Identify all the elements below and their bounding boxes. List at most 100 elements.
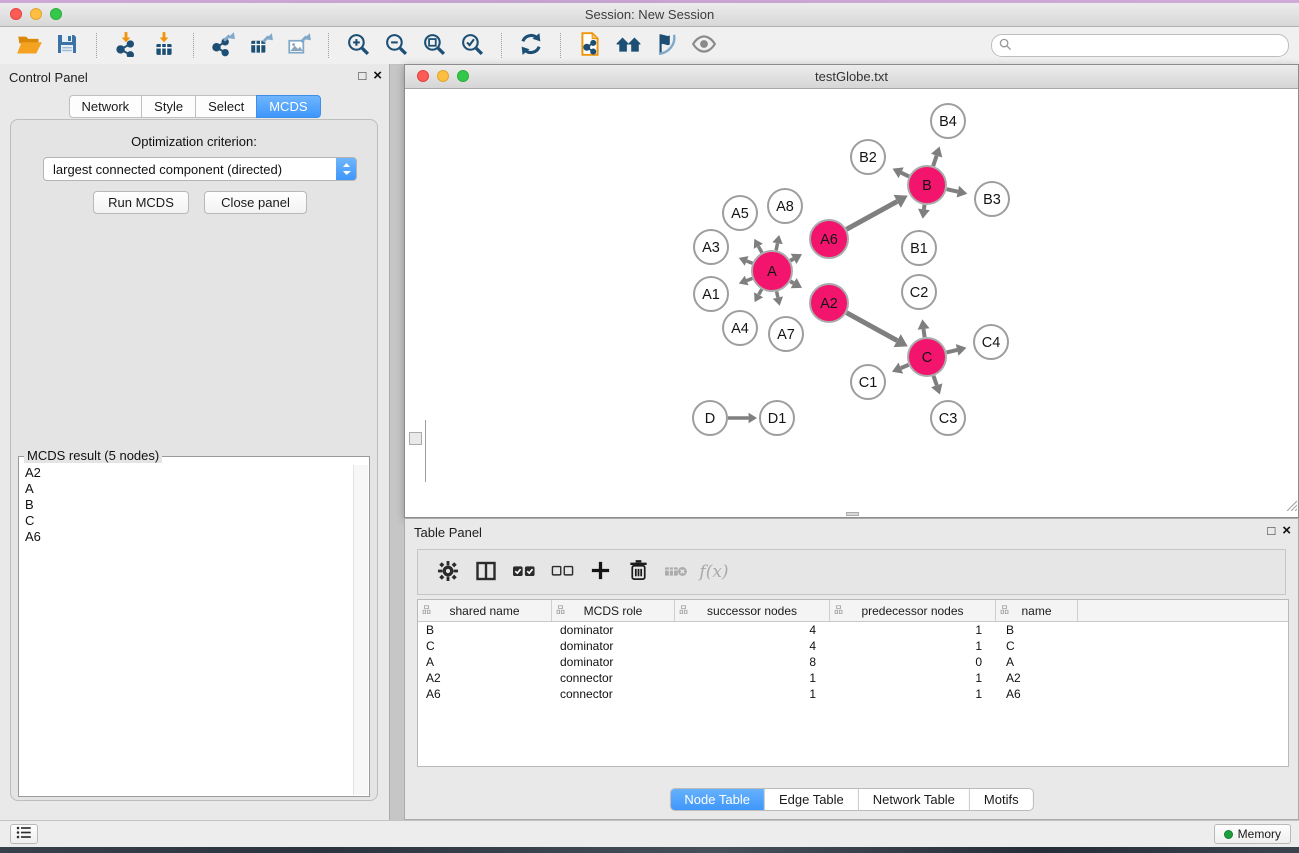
edge-C-C2[interactable] — [924, 329, 925, 337]
edge-A6-B[interactable] — [847, 201, 898, 229]
open-file-button[interactable] — [11, 31, 47, 61]
settings-button[interactable] — [434, 556, 462, 588]
result-item[interactable]: A — [23, 481, 351, 497]
result-scrollbar[interactable] — [353, 465, 368, 795]
table-row[interactable]: Bdominator41B — [418, 622, 1288, 638]
cell-MCDS-role[interactable]: connector — [552, 670, 675, 686]
float-table-panel-icon[interactable]: □ — [1267, 523, 1275, 538]
left-edge-handle[interactable] — [409, 432, 422, 445]
network-window-titlebar[interactable]: testGlobe.txt — [405, 65, 1298, 89]
edge-B-B3[interactable] — [947, 189, 958, 192]
hide-graphics-details-button[interactable] — [648, 31, 684, 61]
delete-column-button[interactable] — [624, 556, 652, 588]
cell-name[interactable]: A — [996, 654, 1078, 670]
cell-shared-name[interactable]: C — [418, 638, 552, 654]
cell-predecessor-nodes[interactable]: 1 — [830, 638, 996, 654]
cell-MCDS-role[interactable]: dominator — [552, 622, 675, 638]
close-table-panel-icon[interactable]: × — [1282, 524, 1291, 537]
tab-edge-table[interactable]: Edge Table — [764, 789, 858, 810]
show-columns-button[interactable] — [472, 556, 500, 588]
export-image-button[interactable] — [281, 31, 317, 61]
cell-name[interactable]: A6 — [996, 686, 1078, 702]
zoom-out-button[interactable] — [378, 31, 414, 61]
cell-predecessor-nodes[interactable]: 1 — [830, 670, 996, 686]
cell-successor-nodes[interactable]: 8 — [675, 654, 830, 670]
close-panel-icon[interactable]: × — [373, 69, 382, 82]
edge-B-B1[interactable] — [924, 205, 925, 210]
export-network-button[interactable] — [205, 31, 241, 61]
save-session-button[interactable] — [49, 31, 85, 61]
column-header-MCDS-role[interactable]: 品MCDS role — [552, 600, 675, 621]
close-panel-button[interactable]: Close panel — [204, 191, 307, 214]
edge-C-C3[interactable] — [934, 376, 937, 386]
table-row[interactable]: Adominator80A — [418, 654, 1288, 670]
result-item[interactable]: A2 — [23, 465, 351, 481]
tab-mcds[interactable]: MCDS — [256, 95, 320, 118]
cell-shared-name[interactable]: A — [418, 654, 552, 670]
cell-MCDS-role[interactable]: connector — [552, 686, 675, 702]
edge-A-A1[interactable] — [747, 278, 753, 280]
edge-B-B4[interactable] — [933, 156, 936, 166]
console-button[interactable] — [10, 824, 38, 844]
column-header-predecessor-nodes[interactable]: 品predecessor nodes — [830, 600, 996, 621]
edge-A-A4[interactable] — [759, 289, 762, 294]
result-item[interactable]: A6 — [23, 529, 351, 545]
cell-successor-nodes[interactable]: 4 — [675, 638, 830, 654]
export-table-button[interactable] — [243, 31, 279, 61]
memory-button[interactable]: Memory — [1214, 824, 1291, 844]
result-item[interactable]: B — [23, 497, 351, 513]
network-from-file-button[interactable] — [572, 31, 608, 61]
cell-MCDS-role[interactable]: dominator — [552, 638, 675, 654]
tab-select[interactable]: Select — [195, 95, 257, 118]
network-canvas[interactable]: B4B2BB3A8A5A6A3B1AC2A1A2A4A7C4CC1DD1C3 — [405, 89, 1298, 517]
deselect-all-button[interactable] — [548, 556, 576, 588]
tab-network[interactable]: Network — [68, 95, 142, 118]
bottom-edge-handle[interactable] — [846, 512, 859, 516]
table-row[interactable]: Cdominator41C — [418, 638, 1288, 654]
edge-A-A2[interactable] — [790, 281, 793, 283]
import-table-button[interactable] — [146, 31, 182, 61]
cell-successor-nodes[interactable]: 1 — [675, 670, 830, 686]
edge-A-A7[interactable] — [777, 292, 778, 298]
edge-B-B2[interactable] — [901, 173, 909, 177]
search-box[interactable] — [991, 34, 1289, 57]
cell-name[interactable]: C — [996, 638, 1078, 654]
home-button[interactable] — [610, 31, 646, 61]
table-row[interactable]: A6connector11A6 — [418, 686, 1288, 702]
add-column-button[interactable] — [586, 556, 614, 588]
zoom-in-button[interactable] — [340, 31, 376, 61]
tab-style[interactable]: Style — [141, 95, 196, 118]
cell-successor-nodes[interactable]: 4 — [675, 622, 830, 638]
tab-network-table[interactable]: Network Table — [858, 789, 969, 810]
optimization-criterion-select[interactable]: largest connected component (directed) — [43, 157, 357, 181]
float-panel-icon[interactable]: □ — [358, 68, 366, 83]
cell-shared-name[interactable]: A2 — [418, 670, 552, 686]
column-header-successor-nodes[interactable]: 品successor nodes — [675, 600, 830, 621]
table-row[interactable]: A2connector11A2 — [418, 670, 1288, 686]
cell-shared-name[interactable]: A6 — [418, 686, 552, 702]
refresh-button[interactable] — [513, 31, 549, 61]
cell-successor-nodes[interactable]: 1 — [675, 686, 830, 702]
edge-A2-C[interactable] — [847, 313, 898, 341]
resize-grip-icon[interactable] — [1284, 498, 1297, 516]
edge-A-A3[interactable] — [747, 261, 753, 263]
cell-predecessor-nodes[interactable]: 1 — [830, 686, 996, 702]
cell-name[interactable]: A2 — [996, 670, 1078, 686]
edge-A-A6[interactable] — [790, 259, 793, 261]
tab-motifs[interactable]: Motifs — [969, 789, 1033, 810]
cell-predecessor-nodes[interactable]: 0 — [830, 654, 996, 670]
edge-C-C1[interactable] — [901, 365, 909, 368]
tab-node-table[interactable]: Node Table — [670, 789, 764, 810]
cell-shared-name[interactable]: B — [418, 622, 552, 638]
column-header-name[interactable]: 品name — [996, 600, 1078, 621]
cell-predecessor-nodes[interactable]: 1 — [830, 622, 996, 638]
import-network-button[interactable] — [108, 31, 144, 61]
result-item[interactable]: C — [23, 513, 351, 529]
select-all-button[interactable] — [510, 556, 538, 588]
show-graphics-details-button[interactable] — [686, 31, 722, 61]
cell-name[interactable]: B — [996, 622, 1078, 638]
zoom-selected-button[interactable] — [454, 31, 490, 61]
column-header-shared-name[interactable]: 品shared name — [418, 600, 552, 621]
search-input[interactable] — [1018, 36, 1282, 55]
zoom-fit-button[interactable] — [416, 31, 452, 61]
